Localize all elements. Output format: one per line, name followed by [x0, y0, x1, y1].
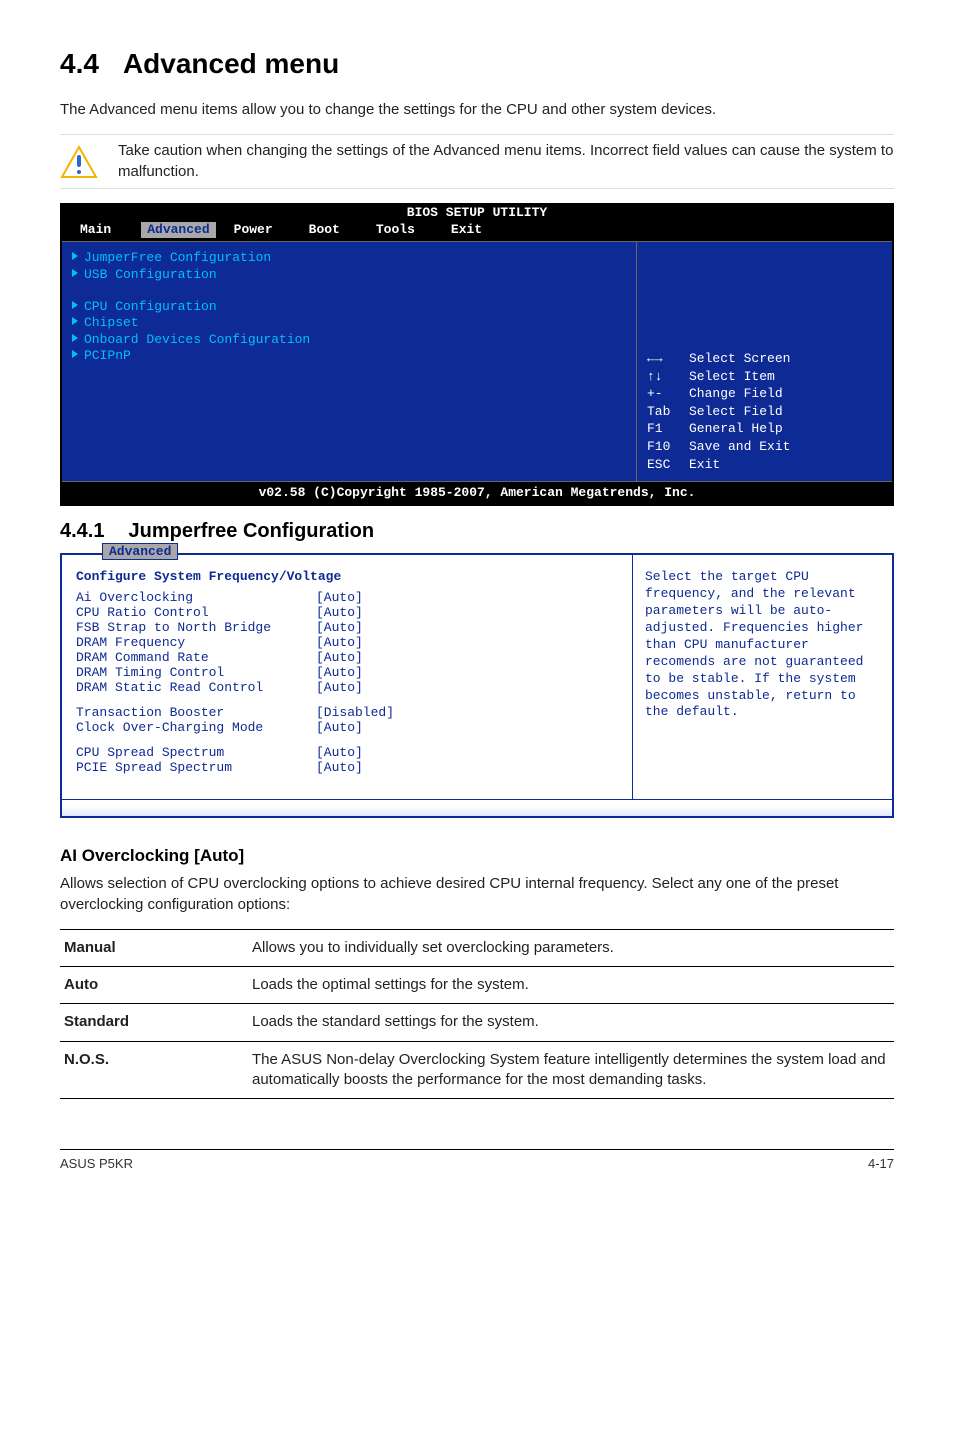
advanced-tab-label: Advanced [102, 543, 178, 560]
opt-value: [Auto] [316, 650, 363, 665]
bios-menu-power: Power [216, 222, 291, 238]
key: Tab [647, 403, 689, 421]
bios-left-panel: JumperFree Configuration USB Configurati… [62, 241, 637, 482]
opt-value: [Auto] [316, 680, 363, 695]
key-desc: Select Item [689, 369, 775, 384]
table-row: StandardLoads the standard settings for … [60, 1004, 894, 1041]
bios-advanced-screen: Advanced Configure System Frequency/Volt… [60, 553, 894, 818]
page-footer: ASUS P5KR 4-17 [60, 1149, 894, 1171]
subsection-heading: 4.4.1 Jumperfree Configuration [60, 520, 894, 543]
opt-value: [Auto] [316, 745, 363, 760]
bios-menu-boot: Boot [291, 222, 358, 238]
footer-left: ASUS P5KR [60, 1156, 133, 1171]
opt-value: [Auto] [316, 760, 363, 775]
bios-menubar: Main Advanced Power Boot Tools Exit [62, 221, 892, 241]
opt-value: [Auto] [316, 620, 363, 635]
caution-callout: Take caution when changing the settings … [60, 134, 894, 189]
table-row: N.O.S.The ASUS Non-delay Overclocking Sy… [60, 1041, 894, 1099]
key-desc: Select Field [689, 404, 783, 419]
advanced-header: Configure System Frequency/Voltage [76, 569, 622, 584]
opt-label: Transaction Booster [76, 705, 316, 720]
opt-label: DRAM Static Read Control [76, 680, 316, 695]
bios-title: BIOS SETUP UTILITY [62, 203, 892, 221]
opt-label: DRAM Frequency [76, 635, 316, 650]
footer-right: 4-17 [868, 1156, 894, 1171]
section-title: Advanced menu [123, 48, 339, 79]
options-table: ManualAllows you to individually set ove… [60, 929, 894, 1099]
key-desc: Exit [689, 457, 720, 472]
option-key: Auto [60, 967, 248, 1004]
opt-label: CPU Ratio Control [76, 605, 316, 620]
bios-item: Onboard Devices Configuration [84, 332, 310, 347]
bios-item: USB Configuration [84, 267, 217, 282]
key: F10 [647, 438, 689, 456]
option-desc: Loads the optimal settings for the syste… [248, 967, 894, 1004]
section-number: 4.4 [60, 48, 99, 79]
table-row: ManualAllows you to individually set ove… [60, 929, 894, 966]
opt-value: [Auto] [316, 590, 363, 605]
caution-icon [60, 145, 98, 179]
opt-value: [Auto] [316, 605, 363, 620]
key: F1 [647, 420, 689, 438]
intro-text: The Advanced menu items allow you to cha… [60, 100, 894, 120]
bios-menu-advanced: Advanced [141, 222, 215, 238]
opt-value: [Auto] [316, 635, 363, 650]
opt-label: DRAM Timing Control [76, 665, 316, 680]
advanced-help-text: Select the target CPU frequency, and the… [633, 555, 892, 799]
option-key: Manual [60, 929, 248, 966]
bios-right-panel: ←→Select Screen ↑↓Select Item +-Change F… [637, 241, 892, 482]
key-desc: Select Screen [689, 351, 790, 366]
section-heading: 4.4 Advanced menu [60, 48, 894, 80]
opt-label: Clock Over-Charging Mode [76, 720, 316, 735]
bios-item: PCIPnP [84, 348, 131, 363]
ai-heading: AI Overclocking [Auto] [60, 846, 894, 866]
option-key: N.O.S. [60, 1041, 248, 1099]
bios-item: JumperFree Configuration [84, 250, 271, 265]
opt-label: PCIE Spread Spectrum [76, 760, 316, 775]
key-desc: Save and Exit [689, 439, 790, 454]
bios-main-screen: BIOS SETUP UTILITY Main Advanced Power B… [60, 203, 894, 507]
option-desc: Loads the standard settings for the syst… [248, 1004, 894, 1041]
option-desc: The ASUS Non-delay Overclocking System f… [248, 1041, 894, 1099]
key: +- [647, 385, 689, 403]
bios-item: CPU Configuration [84, 299, 217, 314]
key: ↑↓ [647, 368, 689, 386]
key-desc: Change Field [689, 386, 783, 401]
bios-menu-tools: Tools [358, 222, 433, 238]
bios-key-help: ←→Select Screen ↑↓Select Item +-Change F… [647, 350, 882, 473]
key: ←→ [647, 350, 689, 368]
ai-description: Allows selection of CPU overclocking opt… [60, 874, 894, 915]
bios-footer: v02.58 (C)Copyright 1985-2007, American … [62, 482, 892, 504]
option-key: Standard [60, 1004, 248, 1041]
bios-menu-exit: Exit [433, 222, 500, 238]
table-row: AutoLoads the optimal settings for the s… [60, 967, 894, 1004]
opt-value: [Disabled] [316, 705, 394, 720]
panel-bottom-decoration [62, 799, 892, 816]
opt-value: [Auto] [316, 665, 363, 680]
key: ESC [647, 456, 689, 474]
opt-label: DRAM Command Rate [76, 650, 316, 665]
caution-text: Take caution when changing the settings … [118, 141, 894, 182]
opt-label: FSB Strap to North Bridge [76, 620, 316, 635]
advanced-left-panel: Configure System Frequency/Voltage Ai Ov… [62, 555, 633, 799]
option-desc: Allows you to individually set overclock… [248, 929, 894, 966]
opt-label: CPU Spread Spectrum [76, 745, 316, 760]
key-desc: General Help [689, 421, 783, 436]
opt-value: [Auto] [316, 720, 363, 735]
bios-menu-main: Main [62, 222, 129, 238]
subsection-number: 4.4.1 [60, 520, 104, 542]
opt-label: Ai Overclocking [76, 590, 316, 605]
subsection-title: Jumperfree Configuration [128, 520, 374, 542]
bios-item: Chipset [84, 315, 139, 330]
